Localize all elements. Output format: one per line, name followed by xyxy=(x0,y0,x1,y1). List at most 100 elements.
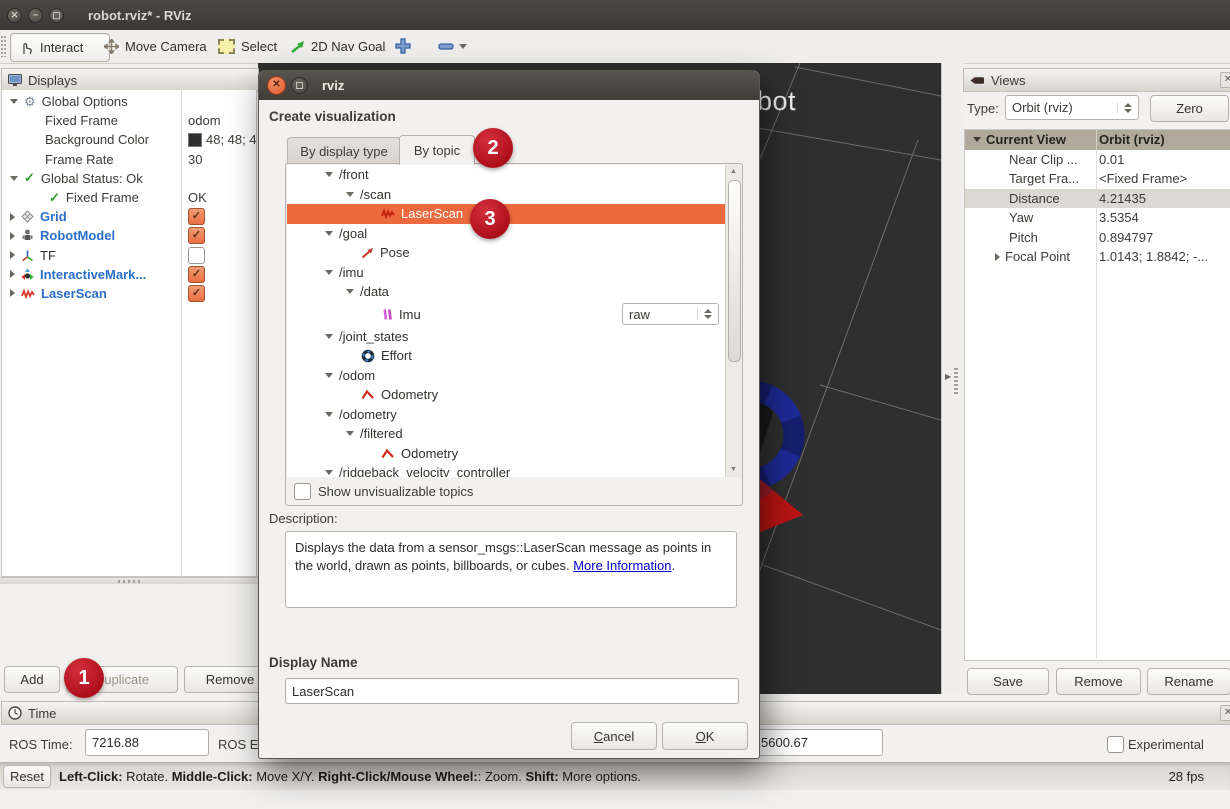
chevron-down-icon[interactable] xyxy=(10,176,18,181)
tree-row[interactable]: RobotModel ✓ xyxy=(2,226,256,245)
views-row-value[interactable]: 3.5354 xyxy=(1099,210,1139,225)
tree-row-value[interactable]: 48; 48; 4 xyxy=(188,132,257,147)
ok-button[interactable]: OK xyxy=(662,722,748,750)
spinner-arrows-icon[interactable] xyxy=(697,309,712,319)
dialog-close-icon[interactable]: ✕ xyxy=(267,76,286,95)
chevron-down-icon[interactable] xyxy=(325,231,333,236)
tree-row[interactable]: Fixed Frame odom xyxy=(2,111,256,130)
topic-row[interactable]: Effort xyxy=(287,346,725,366)
chevron-right-icon[interactable] xyxy=(10,232,15,240)
views-row[interactable]: Yaw 3.5354 xyxy=(965,208,1230,228)
tree-row[interactable]: LaserScan ✓ xyxy=(2,284,256,303)
tool-dropdown-caret-icon[interactable] xyxy=(459,44,467,49)
display-enabled-checkbox[interactable]: ✓ xyxy=(188,227,205,244)
chevron-right-icon[interactable] xyxy=(10,213,15,221)
chevron-right-icon[interactable] xyxy=(995,253,1000,261)
tree-row-value[interactable]: odom xyxy=(188,113,221,128)
topic-row[interactable]: /filtered xyxy=(287,424,725,444)
display-enabled-checkbox[interactable]: ✓ xyxy=(188,285,205,302)
chevron-down-icon[interactable] xyxy=(325,470,333,475)
tree-row[interactable]: Background Color 48; 48; 4 xyxy=(2,130,256,149)
topic-row[interactable]: Pose xyxy=(287,243,725,263)
topic-row[interactable]: Odometry xyxy=(287,385,725,405)
more-information-link[interactable]: More Information xyxy=(573,558,671,573)
view-type-select[interactable]: Orbit (rviz) xyxy=(1005,95,1139,120)
window-minimize-icon[interactable]: − xyxy=(28,8,43,23)
zero-view-button[interactable]: Zero xyxy=(1150,95,1229,122)
tree-row-value[interactable]: 30 xyxy=(188,152,202,167)
topic-row[interactable]: /imu xyxy=(287,263,725,283)
tab-by-display-type[interactable]: By display type xyxy=(287,137,401,165)
display-enabled-checkbox[interactable]: ✓ xyxy=(188,266,205,283)
move-camera-tool-button[interactable]: Move Camera xyxy=(96,33,215,60)
views-row[interactable]: Near Clip ... 0.01 xyxy=(965,150,1230,170)
tree-row[interactable]: ✓ Fixed Frame OK xyxy=(2,188,256,207)
experimental-checkbox[interactable] xyxy=(1107,736,1124,753)
dialog-titlebar[interactable]: ✕ rviz xyxy=(259,71,759,100)
add-tool-button[interactable] xyxy=(394,37,412,58)
display-enabled-checkbox[interactable]: ✓ xyxy=(188,208,205,225)
chevron-down-icon[interactable] xyxy=(973,137,981,142)
imu-display-combo[interactable]: raw xyxy=(622,303,719,325)
save-view-button[interactable]: Save xyxy=(967,668,1049,695)
topic-row[interactable]: /ridgeback_velocity_controller xyxy=(287,463,725,477)
views-row[interactable]: Focal Point 1.0143; 1.8842; -... xyxy=(965,247,1230,267)
rename-view-button[interactable]: Rename xyxy=(1147,668,1230,695)
topic-row[interactable]: /joint_states xyxy=(287,327,725,347)
select-tool-button[interactable]: Select xyxy=(210,33,285,60)
chevron-down-icon[interactable] xyxy=(346,192,354,197)
chevron-down-icon[interactable] xyxy=(325,373,333,378)
add-display-button[interactable]: Add xyxy=(4,666,60,693)
topic-row[interactable]: /odometry xyxy=(287,405,725,425)
show-unvisualizable-checkbox[interactable] xyxy=(294,483,311,500)
panel-expand-arrow-icon[interactable]: ▶ xyxy=(945,372,951,381)
scroll-down-icon[interactable]: ▼ xyxy=(728,464,739,476)
window-close-icon[interactable]: ✕ xyxy=(7,8,22,23)
chevron-right-icon[interactable] xyxy=(10,270,15,278)
views-row-value[interactable]: <Fixed Frame> xyxy=(1099,171,1187,186)
chevron-right-icon[interactable] xyxy=(10,251,15,259)
nav-goal-tool-button[interactable]: 2D Nav Goal xyxy=(282,33,393,60)
ros-time-field[interactable] xyxy=(85,729,209,756)
remove-tool-button[interactable] xyxy=(438,37,467,55)
chevron-down-icon[interactable] xyxy=(346,431,354,436)
toolbar-drag-handle[interactable] xyxy=(1,36,6,57)
scroll-up-icon[interactable]: ▲ xyxy=(728,166,739,178)
views-row-value[interactable]: 1.0143; 1.8842; -... xyxy=(1099,249,1208,264)
window-maximize-icon[interactable]: ▢ xyxy=(49,8,64,23)
display-enabled-checkbox[interactable] xyxy=(188,247,205,264)
chevron-right-icon[interactable] xyxy=(10,289,15,297)
views-row[interactable]: Distance 4.21435 xyxy=(965,189,1230,209)
remove-view-button[interactable]: Remove xyxy=(1056,668,1141,695)
views-row-value[interactable]: 0.894797 xyxy=(1099,230,1153,245)
topic-row[interactable]: /data xyxy=(287,282,725,302)
dialog-maximize-icon[interactable] xyxy=(291,77,308,94)
time-panel-close-icon[interactable]: ✕ xyxy=(1220,705,1230,721)
views-row-value[interactable]: 4.21435 xyxy=(1099,191,1146,206)
tree-row[interactable]: TF xyxy=(2,246,256,265)
tree-row[interactable]: Frame Rate 30 xyxy=(2,150,256,169)
views-row[interactable]: Pitch 0.894797 xyxy=(965,228,1230,248)
tree-row[interactable]: ✓ Global Status: Ok xyxy=(2,169,256,188)
chevron-down-icon[interactable] xyxy=(325,412,333,417)
chevron-down-icon[interactable] xyxy=(346,289,354,294)
topic-row[interactable]: /odom xyxy=(287,366,725,386)
topic-tree-scrollbar[interactable]: ▲ ▼ xyxy=(725,165,741,477)
chevron-down-icon[interactable] xyxy=(325,334,333,339)
chevron-down-icon[interactable] xyxy=(325,270,333,275)
tree-row[interactable]: InteractiveMark... ✓ xyxy=(2,265,256,284)
views-row[interactable]: Target Fra... <Fixed Frame> xyxy=(965,169,1230,189)
topic-row[interactable]: /front xyxy=(287,165,725,185)
topic-row[interactable]: /scan xyxy=(287,185,725,205)
scrollbar-thumb[interactable] xyxy=(728,180,741,362)
views-row-value[interactable]: 0.01 xyxy=(1099,152,1124,167)
tree-row[interactable]: Grid ✓ xyxy=(2,207,256,226)
tab-by-topic[interactable]: By topic xyxy=(399,135,475,165)
display-name-input[interactable] xyxy=(285,678,739,704)
tree-row[interactable]: ⚙ Global Options xyxy=(2,92,256,111)
panel-resize-grip[interactable] xyxy=(954,368,958,394)
views-panel-close-icon[interactable]: ✕ xyxy=(1220,72,1230,88)
chevron-down-icon[interactable] xyxy=(325,172,333,177)
interact-tool-button[interactable]: Interact xyxy=(10,33,110,62)
views-row[interactable]: Current View Orbit (rviz) xyxy=(965,130,1230,150)
